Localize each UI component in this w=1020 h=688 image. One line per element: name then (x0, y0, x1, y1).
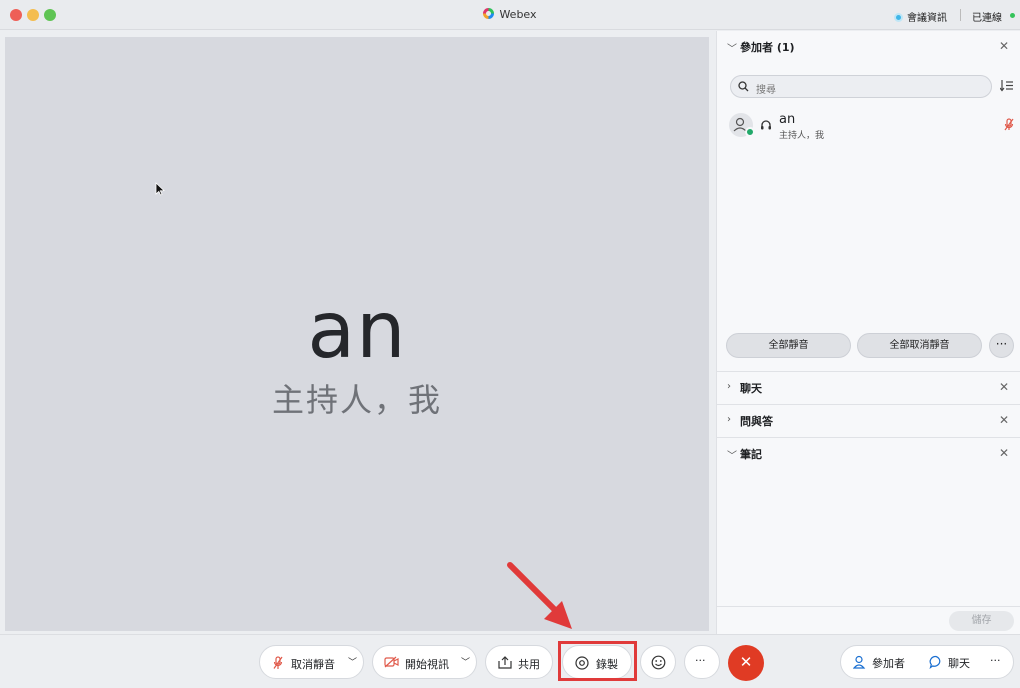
meeting-info-label: 會議資訊 (907, 13, 947, 24)
title-bar-divider (960, 9, 961, 21)
chevron-right-icon: › (727, 381, 731, 392)
unmute-all-button[interactable]: 全部取消靜音 (857, 333, 982, 358)
participants-panel-button[interactable]: 參加者 (841, 646, 917, 678)
share-button[interactable]: 共用 (485, 645, 553, 679)
chevron-down-icon: ﹀ (727, 451, 737, 462)
panel-more-label: ··· (990, 654, 1001, 667)
search-placeholder: 搜尋 (756, 85, 776, 96)
close-chat-icon[interactable]: ✕ (999, 380, 1009, 394)
meeting-control-bar: 取消靜音 ﹀ 開始視訊 ﹀ 共用 錄製 ··· ✕ 參加者 聊天 ··· (0, 634, 1020, 688)
participants-section-header[interactable]: ﹀ 參加者 (1) ✕ (717, 31, 1020, 63)
search-icon (738, 81, 749, 92)
reactions-button[interactable] (640, 645, 676, 679)
more-options-label: ··· (695, 654, 706, 667)
notes-section-title: 筆記 (740, 448, 762, 461)
connection-status: 已連線 (972, 13, 1002, 24)
video-off-icon (384, 656, 399, 668)
online-badge-icon (745, 127, 755, 137)
meeting-info-button[interactable]: 會議資訊 (894, 9, 947, 24)
mute-all-button[interactable]: 全部靜音 (726, 333, 851, 358)
chat-section-title: 聊天 (740, 382, 762, 395)
muted-mic-icon[interactable] (1004, 118, 1014, 131)
save-notes-button[interactable]: 儲存 (949, 611, 1014, 631)
share-label: 共用 (518, 658, 540, 671)
notes-section-header[interactable]: ﹀ 筆記 ✕ (717, 438, 1020, 470)
panel-more-button[interactable]: ··· (983, 646, 1013, 678)
chat-section-header[interactable]: › 聊天 ✕ (717, 372, 1020, 404)
participant-role: 主持人，我 (779, 131, 825, 141)
chat-panel-button[interactable]: 聊天 (920, 646, 980, 678)
qa-section-header[interactable]: › 問與答 ✕ (717, 405, 1020, 437)
end-meeting-button[interactable]: ✕ (728, 645, 764, 681)
chevron-down-icon[interactable]: ﹀ (461, 655, 470, 668)
participants-icon (853, 655, 866, 669)
qa-section-title: 問與答 (740, 415, 773, 428)
start-video-button[interactable]: 開始視訊 ﹀ (372, 645, 477, 679)
panel-buttons-group: 參加者 聊天 ··· (840, 645, 1014, 679)
chevron-down-icon: ﹀ (727, 44, 737, 55)
close-qa-icon[interactable]: ✕ (999, 413, 1009, 427)
mouse-cursor-icon (155, 182, 165, 196)
chat-panel-label: 聊天 (948, 657, 970, 670)
muted-mic-icon (273, 656, 283, 669)
more-options-button[interactable]: ··· (684, 645, 720, 679)
close-notes-icon[interactable]: ✕ (999, 446, 1009, 460)
start-video-label: 開始視訊 (405, 658, 449, 671)
participant-list-item[interactable]: an 主持人，我 (729, 111, 1017, 143)
participant-search-input[interactable]: 搜尋 (730, 75, 992, 98)
close-icon: ✕ (739, 653, 753, 671)
unmute-button[interactable]: 取消靜音 ﹀ (259, 645, 364, 679)
participants-panel-label: 參加者 (872, 657, 905, 670)
stage-participant-role: 主持人，我 (271, 381, 442, 419)
chevron-right-icon: › (727, 414, 731, 425)
close-participants-icon[interactable]: ✕ (999, 39, 1009, 53)
side-panel: ﹀ 參加者 (1) ✕ 搜尋 an 主持人，我 全部靜音 全部取消靜音 ··· … (716, 31, 1020, 634)
app-title-text: Webex (499, 8, 537, 21)
title-bar: Webex 會議資訊 已連線 (0, 0, 1020, 30)
stage-participant-name: an (307, 286, 407, 376)
record-highlight-box (558, 641, 637, 681)
participants-more-button[interactable]: ··· (989, 333, 1014, 358)
emoji-icon (651, 655, 666, 670)
webex-logo-icon (483, 8, 495, 19)
chat-icon (929, 655, 941, 669)
annotation-arrow-icon (507, 562, 572, 629)
unmute-label: 取消靜音 (291, 658, 335, 671)
meeting-info-icon (894, 13, 903, 22)
section-divider (717, 606, 1020, 607)
sort-list-icon[interactable] (1000, 79, 1013, 92)
app-title: Webex (0, 8, 1020, 21)
participant-name: an (779, 112, 796, 127)
video-stage: an 主持人，我 (5, 37, 709, 631)
share-icon (498, 656, 512, 669)
headset-icon (761, 120, 771, 130)
chevron-down-icon[interactable]: ﹀ (348, 655, 357, 668)
connection-status-dot-icon (1010, 13, 1015, 18)
participants-title: 參加者 (1) (740, 41, 795, 54)
